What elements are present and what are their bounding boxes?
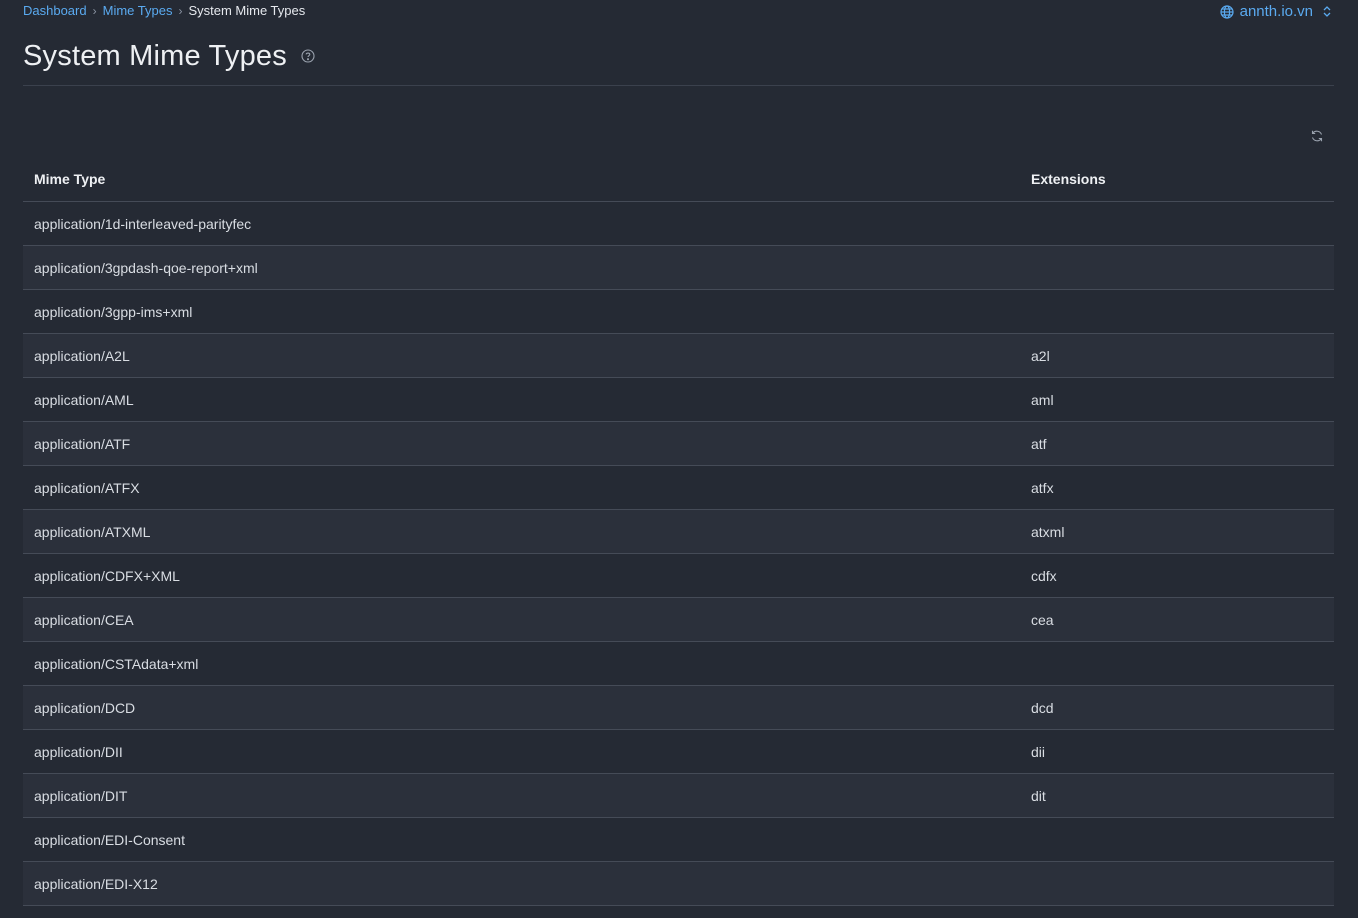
extensions-cell: atf — [1020, 421, 1334, 466]
table-row[interactable]: application/A2L a2l — [23, 333, 1334, 378]
breadcrumb-separator-icon: › — [92, 3, 97, 18]
site-switcher-label: annth.io.vn — [1239, 3, 1313, 20]
page-title: System Mime Types — [23, 40, 287, 72]
breadcrumb-current: System Mime Types — [188, 3, 306, 18]
breadcrumb-separator-icon: › — [178, 3, 183, 18]
breadcrumb-dashboard-link[interactable]: Dashboard — [23, 3, 87, 18]
table-row[interactable]: application/DII dii — [23, 729, 1334, 774]
extensions-cell: dit — [1020, 773, 1334, 818]
top-bar: Dashboard › Mime Types › System Mime Typ… — [0, 0, 1358, 24]
mime-type-cell: application/AML — [23, 377, 1020, 422]
extensions-cell — [1020, 817, 1334, 862]
mime-type-cell: application/CEA — [23, 597, 1020, 642]
chevron-up-down-icon — [1322, 5, 1332, 18]
mime-type-cell: application/EDI-Consent — [23, 817, 1020, 862]
extensions-cell: aml — [1020, 377, 1334, 422]
refresh-icon[interactable] — [1310, 129, 1324, 148]
extensions-cell: dii — [1020, 729, 1334, 774]
table-row[interactable]: application/EDI-X12 — [23, 861, 1334, 906]
mime-type-cell: application/1d-interleaved-parityfec — [23, 201, 1020, 246]
mime-type-cell: application/ATF — [23, 421, 1020, 466]
page-header: System Mime Types — [23, 36, 1334, 86]
mime-type-cell: application/A2L — [23, 333, 1020, 378]
extensions-cell — [1020, 289, 1334, 334]
mime-type-cell: application/DCD — [23, 685, 1020, 730]
table-row[interactable]: application/3gpp-ims+xml — [23, 289, 1334, 334]
breadcrumb: Dashboard › Mime Types › System Mime Typ… — [23, 3, 305, 18]
extensions-cell: cdfx — [1020, 553, 1334, 598]
table-row[interactable]: application/ATXML atxml — [23, 509, 1334, 554]
table-row[interactable]: application/EDI-Consent — [23, 817, 1334, 862]
mime-type-cell: application/ATFX — [23, 465, 1020, 510]
table-row[interactable]: application/CDFX+XML cdfx — [23, 553, 1334, 598]
extensions-cell: atfx — [1020, 465, 1334, 510]
help-circle-icon[interactable] — [301, 49, 315, 68]
mime-type-cell: application/EDI-X12 — [23, 861, 1020, 906]
globe-icon — [1220, 4, 1234, 19]
extensions-cell — [1020, 245, 1334, 290]
mime-type-cell: application/DII — [23, 729, 1020, 774]
mime-type-cell: application/3gpp-ims+xml — [23, 289, 1020, 334]
column-header-mime-type[interactable]: Mime Type — [23, 157, 1020, 202]
site-switcher[interactable]: annth.io.vn — [1220, 3, 1332, 20]
mime-types-table-container: Mime Type Extensions application/1d-inte… — [23, 157, 1334, 906]
mime-type-cell: application/DIT — [23, 773, 1020, 818]
mime-type-cell: application/ATXML — [23, 509, 1020, 554]
column-header-extensions[interactable]: Extensions — [1020, 157, 1334, 202]
table-header-row: Mime Type Extensions — [23, 157, 1334, 202]
table-row[interactable]: application/3gpdash-qoe-report+xml — [23, 245, 1334, 290]
extensions-cell: atxml — [1020, 509, 1334, 554]
table-row[interactable]: application/DIT dit — [23, 773, 1334, 818]
table-row[interactable]: application/CEA cea — [23, 597, 1334, 642]
table-row[interactable]: application/AML aml — [23, 377, 1334, 422]
table-row[interactable]: application/1d-interleaved-parityfec — [23, 201, 1334, 246]
table-row[interactable]: application/ATF atf — [23, 421, 1334, 466]
extensions-cell — [1020, 641, 1334, 686]
table-row[interactable]: application/DCD dcd — [23, 685, 1334, 730]
extensions-cell: cea — [1020, 597, 1334, 642]
breadcrumb-mime-types-link[interactable]: Mime Types — [103, 3, 173, 18]
extensions-cell: a2l — [1020, 333, 1334, 378]
table-row[interactable]: application/CSTAdata+xml — [23, 641, 1334, 686]
extensions-cell — [1020, 201, 1334, 246]
table-row[interactable]: application/ATFX atfx — [23, 465, 1334, 510]
mime-type-cell: application/CSTAdata+xml — [23, 641, 1020, 686]
extensions-cell — [1020, 861, 1334, 906]
mime-types-table: Mime Type Extensions application/1d-inte… — [23, 157, 1334, 906]
table-body: application/1d-interleaved-parityfec appl… — [23, 201, 1334, 906]
extensions-cell: dcd — [1020, 685, 1334, 730]
mime-type-cell: application/CDFX+XML — [23, 553, 1020, 598]
mime-type-cell: application/3gpdash-qoe-report+xml — [23, 245, 1020, 290]
